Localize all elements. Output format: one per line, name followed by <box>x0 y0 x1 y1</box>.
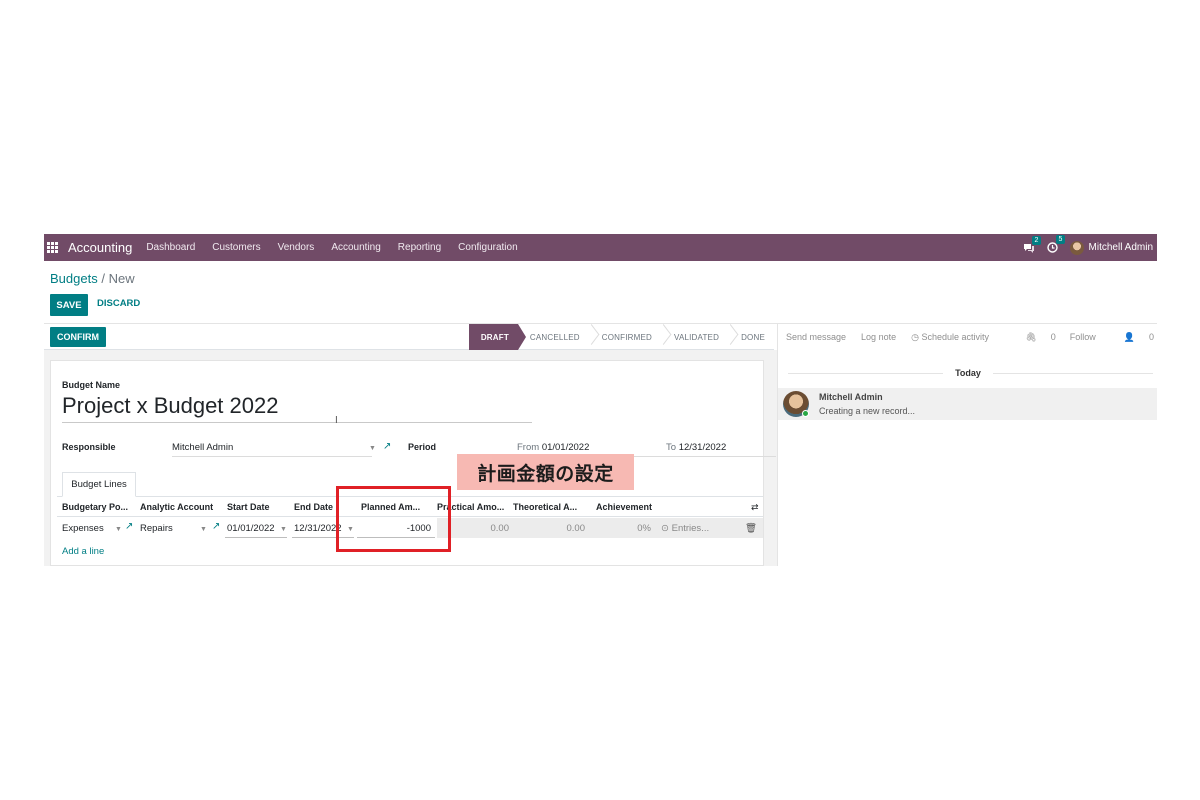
menu-accounting[interactable]: Accounting <box>331 242 380 253</box>
save-button[interactable]: SAVE <box>50 294 88 316</box>
tab-budget-lines[interactable]: Budget Lines <box>62 472 136 497</box>
breadcrumb-separator: / <box>101 271 105 286</box>
user-avatar[interactable] <box>1069 240 1084 255</box>
control-panel: Budgets / New SAVE DISCARD <box>44 261 1157 324</box>
external-link-icon[interactable]: ↗ <box>383 441 391 452</box>
period-to-field[interactable]: To 12/31/2022 <box>666 442 776 457</box>
chatter-message: Mitchell Admin Creating a new record... <box>778 388 1157 420</box>
follow-button[interactable]: Follow <box>1070 332 1096 342</box>
stage-confirmed[interactable]: CONFIRMED <box>590 324 661 350</box>
analytic-account-cell[interactable]: Repairs <box>140 523 173 534</box>
discard-button[interactable]: DISCARD <box>97 298 140 309</box>
col-end-date[interactable]: End Date <box>294 502 333 512</box>
menu-vendors[interactable]: Vendors <box>278 242 315 253</box>
theoretical-amount-cell: 0.00 <box>566 523 586 534</box>
chevron-down-icon[interactable]: ▼ <box>200 526 207 533</box>
message-body: Creating a new record... <box>819 406 916 416</box>
period-from-value: 01/01/2022 <box>541 442 590 453</box>
period-label: Period <box>408 442 437 452</box>
chatter-topbar-right: 🖇 0 Follow 👤 0 <box>997 324 1154 350</box>
activities-count-badge: 5 <box>1055 235 1066 244</box>
user-icon: 👤 <box>1123 331 1135 342</box>
app-name[interactable]: Accounting <box>68 240 132 255</box>
annotation-callout: 計画金額の設定 <box>457 454 634 490</box>
trash-icon[interactable]: 🗑 <box>745 523 757 534</box>
top-navbar: Accounting Dashboard Customers Vendors A… <box>44 234 1157 261</box>
breadcrumb-budgets-link[interactable]: Budgets <box>50 271 98 286</box>
col-theoretical-amount[interactable]: Theoretical A... <box>513 502 577 512</box>
column-settings-icon[interactable]: ⇄ <box>751 502 759 513</box>
entries-label: Entries... <box>671 523 710 534</box>
entries-button[interactable]: ⊙ Entries... <box>661 523 709 534</box>
col-analytic-account[interactable]: Analytic Account <box>140 502 213 512</box>
paperclip-icon: 🖇 <box>1025 331 1037 342</box>
circle-plus-icon: ⊙ <box>661 523 669 534</box>
confirm-button[interactable]: CONFIRM <box>50 327 106 347</box>
today-separator: Today <box>778 368 1157 378</box>
menu-configuration[interactable]: Configuration <box>458 242 517 253</box>
chevron-down-icon[interactable]: ▼ <box>280 526 287 533</box>
practical-amount-cell: 0.00 <box>490 523 510 534</box>
responsible-label: Responsible <box>62 442 116 452</box>
end-date-cell[interactable]: 12/31/2022 <box>294 523 342 534</box>
menu-reporting[interactable]: Reporting <box>398 242 441 253</box>
message-author[interactable]: Mitchell Admin <box>819 392 883 402</box>
followers-count: 0 <box>1148 331 1154 342</box>
chevron-down-icon[interactable]: ▼ <box>369 445 376 452</box>
chatter-panel: Send message Log note ◷ Schedule activit… <box>777 324 1157 566</box>
chevron-down-icon[interactable]: ▼ <box>115 526 122 533</box>
menu-dashboard[interactable]: Dashboard <box>146 242 195 253</box>
send-message-button[interactable]: Send message <box>786 332 846 342</box>
activities-button[interactable]: 5 <box>1046 235 1066 253</box>
start-date-underline <box>225 537 287 538</box>
achievement-cell: 0% <box>637 523 651 534</box>
budget-name-input[interactable]: Project x Budget 2022 <box>62 393 532 423</box>
responsible-field[interactable]: Mitchell Admin <box>172 442 372 457</box>
stage-pipeline: DRAFT CANCELLED CONFIRMED VALIDATED DONE <box>468 324 774 350</box>
col-achievement[interactable]: Achievement <box>596 502 652 512</box>
external-link-icon[interactable]: ↗ <box>125 521 133 532</box>
stage-draft[interactable]: DRAFT <box>468 324 527 350</box>
attachments-count: 0 <box>1050 331 1056 342</box>
period-from-prefix: From <box>517 442 540 453</box>
odoo-app-window: Accounting Dashboard Customers Vendors A… <box>44 234 1157 566</box>
messages-button[interactable]: 2 <box>1023 235 1042 253</box>
attachments-button[interactable]: 🖇 0 <box>1011 332 1055 343</box>
external-link-icon[interactable]: ↗ <box>212 521 220 532</box>
clock-icon: ◷ <box>911 331 919 342</box>
add-a-line-link[interactable]: Add a line <box>62 546 104 557</box>
budget-name-label: Budget Name <box>62 380 121 390</box>
navbar-systray: 2 5 Mitchell Admin <box>1023 234 1153 261</box>
separator-line <box>993 373 1153 374</box>
schedule-activity-label: Schedule activity <box>921 331 990 342</box>
period-to-value: 12/31/2022 <box>678 442 727 453</box>
text-cursor-icon: I <box>335 415 338 426</box>
stage-cancelled[interactable]: CANCELLED <box>518 324 589 350</box>
schedule-activity-button[interactable]: ◷ Schedule activity <box>911 332 989 343</box>
start-date-cell[interactable]: 01/01/2022 <box>227 523 275 534</box>
menu-customers[interactable]: Customers <box>212 242 260 253</box>
messages-count-badge: 2 <box>1031 235 1042 245</box>
stage-validated[interactable]: VALIDATED <box>662 324 728 350</box>
budgetary-position-cell[interactable]: Expenses <box>62 523 104 534</box>
log-note-button[interactable]: Log note <box>861 332 896 342</box>
online-status-icon <box>802 410 809 417</box>
apps-grid-icon[interactable] <box>47 241 59 254</box>
breadcrumb: Budgets / New <box>50 271 135 286</box>
col-start-date[interactable]: Start Date <box>227 502 270 512</box>
user-name[interactable]: Mitchell Admin <box>1089 242 1153 253</box>
col-budgetary-position[interactable]: Budgetary Po... <box>62 502 128 512</box>
followers-button[interactable]: 👤 0 <box>1110 332 1154 343</box>
period-to-prefix: To <box>666 442 677 453</box>
form-statusbar: CONFIRM DRAFT CANCELLED CONFIRMED VALIDA… <box>44 324 774 350</box>
breadcrumb-current: New <box>108 271 135 286</box>
chatter-topbar: Send message Log note ◷ Schedule activit… <box>778 324 1157 350</box>
planned-amount-highlight-box <box>336 486 451 552</box>
stage-done[interactable]: DONE <box>729 324 774 350</box>
